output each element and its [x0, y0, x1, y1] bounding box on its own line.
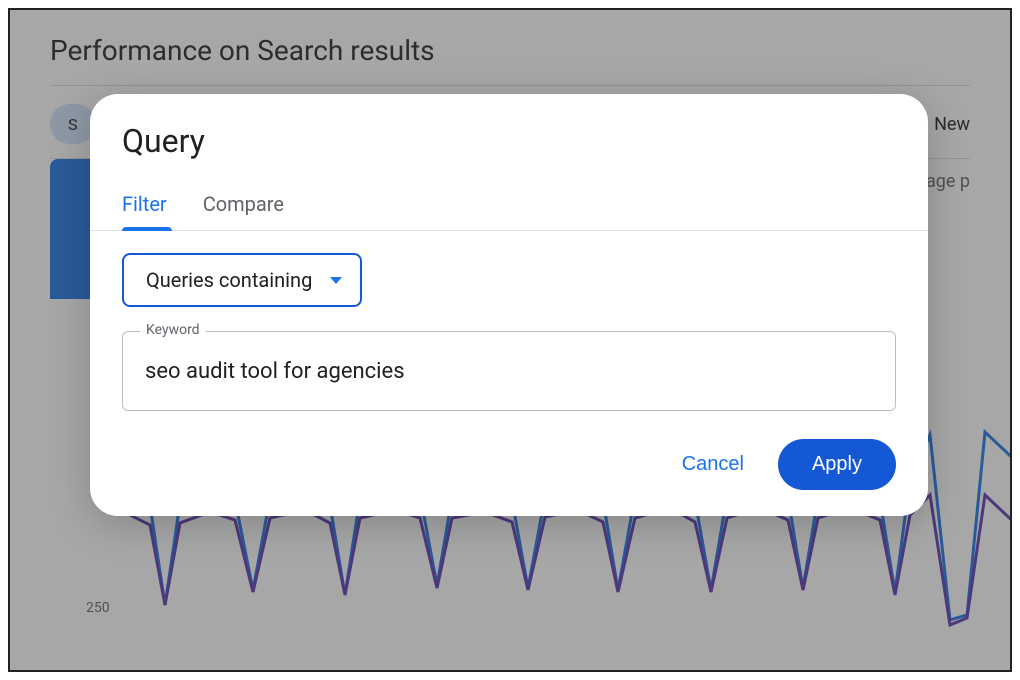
app-frame: Performance on Search results S New Aver… [8, 8, 1012, 672]
dialog-body: Queries containing Keyword [90, 231, 928, 411]
keyword-input[interactable] [122, 331, 896, 411]
keyword-field-wrap: Keyword [122, 331, 896, 411]
dialog-actions: Cancel Apply [90, 411, 928, 490]
caret-down-icon [330, 277, 342, 284]
cancel-button[interactable]: Cancel [674, 443, 752, 486]
match-type-label: Queries containing [146, 268, 312, 292]
viewport: Performance on Search results S New Aver… [0, 0, 1020, 680]
dialog-tabs: Filter Compare [90, 186, 928, 231]
apply-button[interactable]: Apply [778, 439, 896, 490]
match-type-select[interactable]: Queries containing [122, 253, 362, 307]
query-dialog: Query Filter Compare Queries containing … [90, 94, 928, 516]
tab-compare[interactable]: Compare [203, 186, 284, 230]
keyword-field-label: Keyword [140, 322, 206, 338]
tab-filter[interactable]: Filter [122, 186, 167, 230]
dialog-title: Query [90, 122, 928, 160]
